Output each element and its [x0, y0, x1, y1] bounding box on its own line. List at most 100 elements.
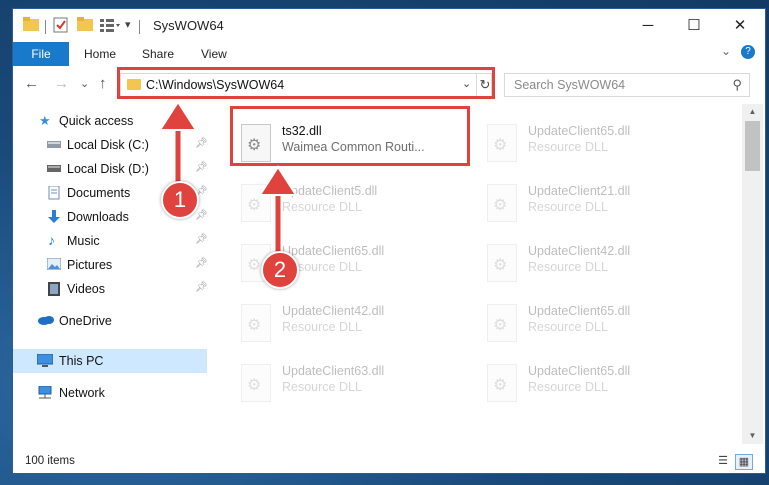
cloud-icon	[37, 314, 54, 327]
tab-share[interactable]: Share	[142, 42, 174, 66]
network-icon	[37, 385, 52, 399]
minimize-button[interactable]: ─	[625, 9, 671, 42]
sidebar-item-label: Pictures	[67, 258, 113, 272]
close-button[interactable]: ✕	[717, 9, 763, 42]
sidebar-item-videos[interactable]: Videos 📌︎	[13, 277, 208, 301]
gear-icon: ⚙	[247, 317, 262, 334]
folder-icon	[23, 17, 39, 35]
file-name: UpdateClient42.dll	[528, 244, 631, 258]
status-bar: 100 items ☰ ▦	[13, 449, 765, 473]
title-bar: ▾ SysWOW64 ─ ☐ ✕	[13, 9, 765, 42]
gear-icon: ⚙	[493, 377, 508, 394]
file-item[interactable]: ⚙ UpdateClient21.dll Resource DLL	[481, 176, 711, 232]
up-button[interactable]: ↑	[99, 75, 107, 92]
scroll-down-icon[interactable]: ▼	[742, 431, 763, 440]
details-view-icon[interactable]: ☰	[715, 454, 731, 468]
tab-view[interactable]: View	[201, 42, 227, 66]
sidebar-item-label: Documents	[67, 186, 131, 200]
divider	[45, 20, 46, 34]
file-item[interactable]: ⚙ UpdateClient65.dll Resource DLL	[481, 296, 711, 352]
file-item[interactable]: ⚙ UpdateClient63.dll Resource DLL	[235, 356, 465, 412]
dll-file-icon: ⚙	[241, 304, 271, 342]
search-placeholder[interactable]: Search SysWOW64	[514, 78, 625, 92]
pin-icon: 📌︎	[195, 210, 208, 221]
help-icon[interactable]: ?	[741, 45, 755, 59]
forward-button[interactable]: →	[54, 75, 69, 92]
pin-icon: 📌︎	[195, 234, 208, 245]
gear-icon: ⚙	[493, 317, 508, 334]
properties-icon[interactable]	[53, 17, 69, 35]
pin-icon: 📌︎	[195, 282, 208, 293]
sidebar-item-label: Local Disk (C:)	[67, 138, 149, 152]
file-item[interactable]: ⚙ UpdateClient42.dll Resource DLL	[235, 296, 465, 352]
dll-file-icon: ⚙	[487, 244, 517, 282]
file-name: UpdateClient63.dll	[282, 364, 385, 378]
recent-locations-button[interactable]: ⌄	[80, 77, 89, 90]
new-folder-icon[interactable]	[77, 17, 93, 35]
dll-file-icon: ⚙	[241, 364, 271, 402]
dll-file-icon: ⚙	[487, 124, 517, 162]
sidebar-item-label: Network	[59, 386, 105, 400]
file-name: UpdateClient65.dll	[528, 124, 631, 138]
address-bar-highlight	[117, 67, 495, 99]
file-description: Resource DLL	[528, 260, 608, 274]
back-button[interactable]: ←	[24, 75, 39, 92]
maximize-button[interactable]: ☐	[671, 9, 717, 42]
sidebar-item-label: Local Disk (D:)	[67, 162, 149, 176]
step-1-badge: 1	[161, 181, 199, 219]
quick-access-dropdown-icon[interactable]: ▾	[125, 18, 131, 36]
file-description: Resource DLL	[528, 200, 608, 214]
dll-file-icon: ⚙	[487, 304, 517, 342]
scroll-up-icon[interactable]: ▲	[742, 107, 763, 116]
step-2-badge: 2	[261, 251, 299, 289]
downloads-icon	[47, 210, 61, 223]
sidebar-item-network[interactable]: Network	[13, 381, 207, 405]
tab-file[interactable]: File	[13, 42, 69, 66]
file-description: Resource DLL	[528, 320, 608, 334]
scrollbar-thumb[interactable]	[745, 121, 760, 171]
sidebar-item-onedrive[interactable]: OneDrive	[13, 309, 207, 333]
tab-home[interactable]: Home	[84, 42, 116, 66]
file-item[interactable]: ⚙ UpdateClient65.dll Resource DLL	[481, 116, 711, 172]
gear-icon: ⚙	[493, 137, 508, 154]
sidebar-item-label: Downloads	[67, 210, 129, 224]
gear-icon: ⚙	[493, 257, 508, 274]
dll-file-icon: ⚙	[487, 184, 517, 222]
search-box[interactable]: Search SysWOW64 ⚲	[504, 73, 750, 97]
file-name: UpdateClient42.dll	[282, 304, 385, 318]
vertical-scrollbar[interactable]: ▲ ▼	[742, 104, 763, 444]
sidebar-item-label: This PC	[59, 354, 104, 368]
file-description: Resource DLL	[528, 140, 608, 154]
gear-icon: ⚙	[247, 377, 262, 394]
large-icons-view-icon[interactable]: ▦	[735, 454, 753, 470]
drive-icon	[47, 138, 61, 151]
dll-file-icon: ⚙	[487, 364, 517, 402]
pictures-icon	[46, 257, 62, 271]
item-count: 100 items	[25, 455, 75, 467]
sidebar-item-pictures[interactable]: Pictures 📌︎	[13, 253, 208, 277]
music-icon: ♪	[48, 232, 55, 248]
file-description: Resource DLL	[282, 320, 362, 334]
gear-icon: ⚙	[493, 197, 508, 214]
sidebar-item-music[interactable]: ♪ Music 📌︎	[13, 229, 208, 253]
sidebar-item-label: OneDrive	[59, 314, 112, 328]
documents-icon	[47, 185, 61, 200]
file-name: UpdateClient65.dll	[528, 304, 631, 318]
computer-icon	[36, 353, 54, 367]
ribbon-collapse-icon[interactable]: ⌄	[721, 44, 731, 58]
file-description: Resource DLL	[282, 380, 362, 394]
file-name: UpdateClient65.dll	[528, 364, 631, 378]
file-item[interactable]: ⚙ UpdateClient42.dll Resource DLL	[481, 236, 711, 292]
sidebar-item-this-pc[interactable]: This PC	[13, 349, 207, 373]
search-icon[interactable]: ⚲	[732, 77, 742, 93]
sidebar-item-label: Quick access	[59, 114, 134, 128]
pin-icon: 📌︎	[195, 258, 208, 269]
ribbon-tabs: File Home Share View ⌄ ?	[13, 42, 765, 66]
file-item[interactable]: ⚙ UpdateClient65.dll Resource DLL	[481, 356, 711, 412]
file-description: Resource DLL	[528, 380, 608, 394]
window-title: SysWOW64	[153, 18, 224, 33]
file-name: UpdateClient21.dll	[528, 184, 631, 198]
customize-view-icon[interactable]	[99, 17, 121, 35]
file-highlight	[230, 106, 470, 166]
videos-icon	[47, 282, 61, 296]
